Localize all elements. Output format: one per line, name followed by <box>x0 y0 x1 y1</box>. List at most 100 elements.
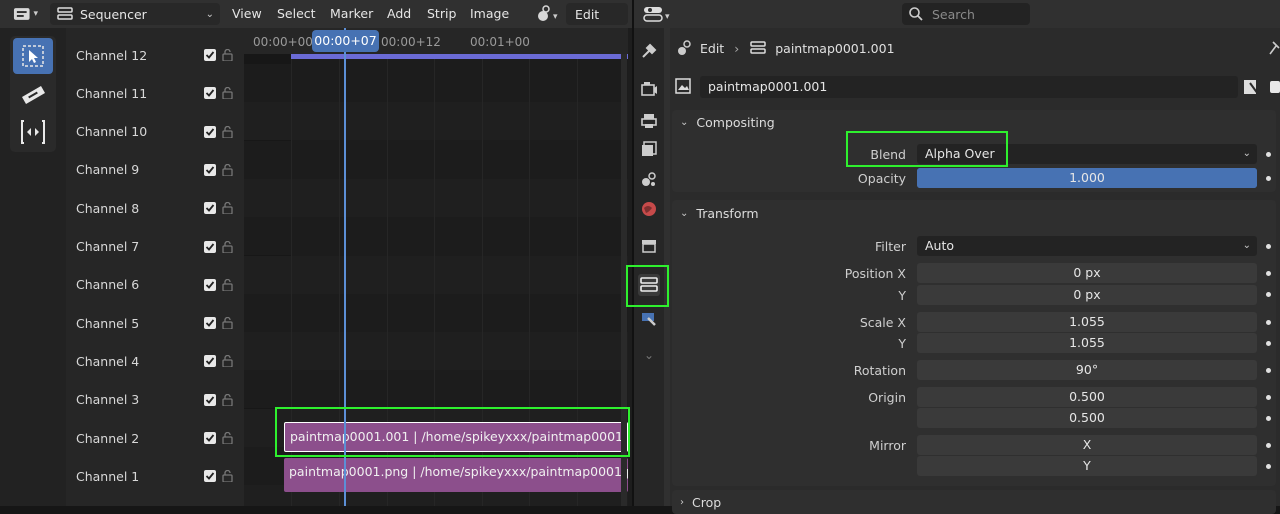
strip-name-field[interactable]: paintmap0001.001 <box>700 76 1238 98</box>
view-type-dropdown[interactable]: Sequencer ⌄ <box>50 3 220 25</box>
channel-name[interactable]: Channel 11 <box>76 86 147 101</box>
current-frame-indicator[interactable]: 00:00+07 <box>312 30 379 52</box>
tab-scene[interactable] <box>638 168 660 190</box>
strip-paintmap0001-png[interactable]: paintmap0001.png | /home/spikeyxxx/paint… <box>284 458 628 492</box>
mute-toggle-icon[interactable] <box>1242 78 1260 96</box>
mirror-x-toggle[interactable]: X <box>917 435 1257 455</box>
keyframe-dot[interactable] <box>1266 464 1271 469</box>
keyframe-dot[interactable] <box>1266 320 1271 325</box>
keyframe-dot[interactable] <box>1266 271 1271 276</box>
channel-name[interactable]: Channel 7 <box>76 239 139 254</box>
channel-mute-checkbox[interactable] <box>204 49 216 61</box>
lock-icon[interactable] <box>222 163 233 177</box>
tab-modifiers[interactable] <box>638 308 660 330</box>
keyframe-dot[interactable] <box>1266 443 1271 448</box>
lock-icon[interactable] <box>222 202 233 215</box>
search-field[interactable]: Search <box>902 3 1030 25</box>
channel-mute-checkbox[interactable] <box>204 393 216 406</box>
select-tool-button[interactable] <box>13 38 53 74</box>
menu-image[interactable]: Image <box>470 0 509 28</box>
tab-output[interactable] <box>638 110 660 132</box>
keyframe-dot[interactable] <box>1266 416 1271 421</box>
keyframe-dot[interactable] <box>1266 368 1271 373</box>
lock-icon[interactable] <box>222 470 233 483</box>
filter-dropdown[interactable]: Auto ⌄ <box>917 236 1257 256</box>
properties-editor-icon: ▾ <box>643 7 670 22</box>
channel-name[interactable]: Channel 10 <box>76 124 147 139</box>
strip-enable-checkbox[interactable] <box>1270 81 1280 93</box>
origin-y-field[interactable]: 0.500 <box>917 408 1257 428</box>
lock-icon[interactable] <box>222 355 233 369</box>
channel-mute-checkbox[interactable] <box>204 240 216 253</box>
time-ruler[interactable]: 00:00+00 00:00+12 00:01+00 <box>244 28 628 54</box>
tab-render[interactable] <box>638 78 660 100</box>
keyframe-dot[interactable] <box>1266 152 1271 157</box>
position-y-field[interactable]: 0 px <box>917 285 1257 305</box>
channel-row: Channel 8 <box>66 189 244 227</box>
checkmark-icon <box>205 51 215 59</box>
keyframe-dot[interactable] <box>1266 292 1271 297</box>
keyframe-dot[interactable] <box>1266 244 1271 249</box>
channel-mute-checkbox[interactable] <box>204 355 216 368</box>
channel-name[interactable]: Channel 3 <box>76 392 139 407</box>
mode-dropdown[interactable]: Edit <box>566 3 628 25</box>
lock-icon[interactable] <box>222 316 233 330</box>
lock-icon[interactable] <box>222 431 233 445</box>
channel-name[interactable]: Channel 9 <box>76 162 139 177</box>
tabs-more-chevron[interactable]: ⌄ <box>638 344 660 366</box>
slip-tool-button[interactable] <box>13 114 53 150</box>
crop-header[interactable]: › Crop <box>670 490 1280 514</box>
tab-collection[interactable] <box>638 235 660 257</box>
overlay-toggle[interactable]: ▾ <box>534 4 564 24</box>
channel-row: Channel 9 <box>66 151 244 189</box>
keyframe-dot[interactable] <box>1266 341 1271 346</box>
channel-mute-checkbox[interactable] <box>204 163 216 176</box>
pin-icon[interactable] <box>1268 40 1280 56</box>
lock-icon[interactable] <box>222 125 233 139</box>
keyframe-dot[interactable] <box>1266 395 1271 400</box>
blade-tool-button[interactable] <box>13 76 53 112</box>
modifiers-icon <box>642 313 656 326</box>
lock-icon[interactable] <box>222 48 233 62</box>
menu-add[interactable]: Add <box>387 0 411 28</box>
channel-name[interactable]: Channel 5 <box>76 316 139 331</box>
lock-icon[interactable] <box>222 87 233 100</box>
view-layer-icon <box>642 141 657 156</box>
menu-strip[interactable]: Strip <box>427 0 456 28</box>
rotation-field[interactable]: 90° <box>917 360 1257 380</box>
channel-mute-checkbox[interactable] <box>204 432 216 444</box>
tab-tool[interactable] <box>638 40 660 62</box>
scale-y-field[interactable]: 1.055 <box>917 333 1257 353</box>
tab-world[interactable] <box>638 198 660 220</box>
channel-name[interactable]: Channel 12 <box>76 48 147 63</box>
channel-mute-checkbox[interactable] <box>204 278 216 291</box>
lock-icon[interactable] <box>222 393 233 407</box>
lock-icon[interactable] <box>222 240 233 254</box>
opacity-label: Opacity <box>857 171 906 186</box>
keyframe-dot[interactable] <box>1266 176 1271 181</box>
channel-name[interactable]: Channel 1 <box>76 469 139 484</box>
mirror-y-toggle[interactable]: Y <box>917 456 1257 476</box>
tab-view-layer[interactable] <box>638 138 660 160</box>
transform-header[interactable]: ⌄ Transform <box>670 201 1280 225</box>
channel-name[interactable]: Channel 6 <box>76 277 139 292</box>
editor-type-menu[interactable]: ▾ <box>642 4 676 24</box>
opacity-slider[interactable]: 1.000 <box>917 168 1257 188</box>
position-x-field[interactable]: 0 px <box>917 263 1257 283</box>
channel-mute-checkbox[interactable] <box>204 125 216 138</box>
menu-marker[interactable]: Marker <box>330 0 373 28</box>
menu-select[interactable]: Select <box>277 0 316 28</box>
lock-icon[interactable] <box>222 278 233 292</box>
channel-mute-checkbox[interactable] <box>204 470 216 483</box>
channel-name[interactable]: Channel 4 <box>76 354 139 369</box>
channel-name[interactable]: Channel 8 <box>76 201 139 216</box>
menu-view[interactable]: View <box>232 0 262 28</box>
checkmark-icon <box>205 319 215 327</box>
channel-name[interactable]: Channel 2 <box>76 431 139 446</box>
origin-x-field[interactable]: 0.500 <box>917 387 1257 407</box>
channel-mute-checkbox[interactable] <box>204 317 216 330</box>
scale-x-field[interactable]: 1.055 <box>917 312 1257 332</box>
channel-mute-checkbox[interactable] <box>204 87 216 100</box>
channel-mute-checkbox[interactable] <box>204 202 216 215</box>
editor-type-menu[interactable]: ▾ <box>6 3 44 25</box>
